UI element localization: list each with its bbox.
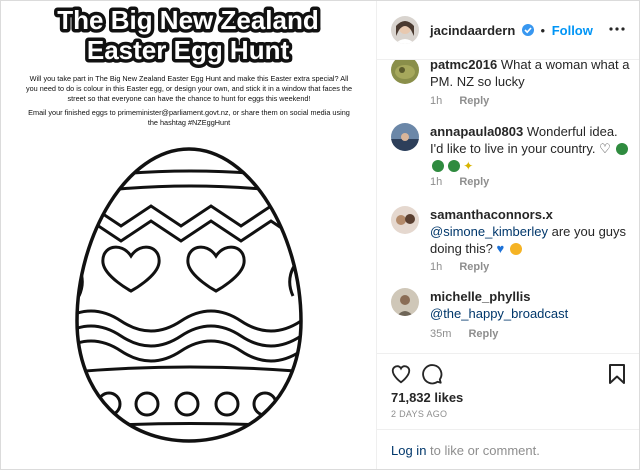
comment-body: patmc2016 What a woman what a PM. NZ so … [430, 60, 630, 90]
globe-emoji-icon [432, 160, 444, 172]
login-prompt-text: to like or comment. [430, 443, 540, 458]
comment-body: michelle_phyllis @the_happy_broadcast [430, 288, 630, 322]
post-image: The Big New Zealand The Big New Zealand … [1, 1, 377, 469]
sparkles-emoji-icon: ✦ [463, 159, 474, 173]
comment-meta: 35m Reply [430, 328, 512, 340]
comment-meta: 1h Reply [430, 95, 503, 107]
white-heart-emoji-icon: ♡ [599, 141, 611, 156]
reply-button[interactable]: Reply [468, 328, 498, 340]
post-header: jacindaardern • Follow [377, 1, 639, 60]
comment-time: 1h [430, 261, 443, 273]
comment-time: 35m [430, 328, 452, 340]
comment-body: annapaula0803 Wonderful idea. I'd like t… [430, 123, 630, 175]
comment-meta: 1h Reply [430, 176, 503, 188]
comment-username[interactable]: annapaula0803 [430, 124, 523, 139]
author-avatar[interactable] [391, 16, 419, 44]
globe-emoji-icon [447, 160, 460, 172]
reply-button[interactable]: Reply [459, 176, 489, 188]
commenter-avatar[interactable] [391, 288, 419, 316]
comment-item: annapaula0803 Wonderful idea. I'd like t… [377, 121, 639, 191]
login-link[interactable]: Log in [391, 443, 426, 458]
comment-mention-link[interactable]: @the_happy_broadcast [430, 306, 568, 321]
reply-button[interactable]: Reply [459, 261, 489, 273]
comment-time: 1h [430, 176, 443, 188]
comment-item: michelle_phyllis @the_happy_broadcast 35… [377, 288, 639, 348]
login-footer: Log in to like or comment. [377, 429, 639, 470]
comment-meta: 1h Reply [430, 261, 503, 273]
easter-egg-drawing [75, 147, 303, 443]
header-dot: • [540, 23, 546, 38]
header-text: jacindaardern • Follow [430, 23, 593, 38]
likes-count[interactable]: 71,832 likes [391, 390, 463, 405]
login-prompt: Log in to like or comment. [391, 443, 540, 458]
bookmark-icon[interactable] [607, 363, 627, 385]
author-username[interactable]: jacindaardern [430, 23, 515, 38]
comment-username[interactable]: patmc2016 [430, 60, 497, 72]
commenter-avatar[interactable] [391, 60, 419, 84]
comment-username[interactable]: samanthaconnors.x [430, 207, 553, 222]
globe-emoji-icon [616, 143, 629, 155]
post-window: The Big New Zealand The Big New Zealand … [0, 0, 640, 470]
verified-badge-icon [521, 24, 534, 36]
comment-time: 1h [430, 95, 443, 107]
comment-item: patmc2016 What a woman what a PM. NZ so … [377, 60, 639, 110]
commenter-avatar[interactable] [391, 123, 419, 151]
comments-list[interactable]: patmc2016 What a woman what a PM. NZ so … [377, 60, 639, 352]
smiling-face-emoji-icon [509, 243, 522, 255]
comment-item: samanthaconnors.x @simone_kimberley are … [377, 206, 639, 274]
post-actions: 71,832 likes 2 DAYS AGO [377, 353, 639, 438]
comment-mention-link[interactable]: @simone_kimberley [430, 224, 548, 239]
more-options-icon[interactable] [609, 21, 625, 37]
follow-button[interactable]: Follow [552, 23, 593, 38]
comment-bubble-icon[interactable] [421, 363, 443, 385]
heart-icon[interactable] [390, 363, 412, 385]
blue-heart-emoji-icon: ♥ [496, 241, 505, 256]
post-date: 2 DAYS AGO [391, 409, 448, 419]
comment-username[interactable]: michelle_phyllis [430, 289, 530, 304]
comment-body: samanthaconnors.x @simone_kimberley are … [430, 206, 630, 257]
reply-button[interactable]: Reply [459, 95, 489, 107]
commenter-avatar[interactable] [391, 206, 419, 234]
post-side-panel: jacindaardern • Follow patmc2016 What a … [377, 1, 639, 469]
